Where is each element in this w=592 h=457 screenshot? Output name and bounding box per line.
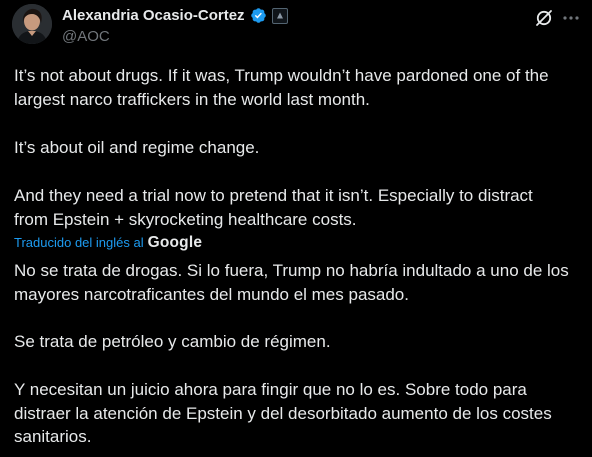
text-line: It’s about oil and regime change. [14, 138, 260, 157]
translation-label[interactable]: Traducido del inglés al [14, 235, 144, 250]
text-line: from Epstein + skyrocketing healthcare c… [14, 209, 357, 229]
text-line: And they need a trial now to pretend tha… [14, 186, 533, 205]
avatar-image [12, 4, 52, 44]
government-affiliation-icon[interactable] [271, 7, 288, 24]
original-paragraph-2: It’s about oil and regime change. [14, 136, 582, 160]
text-line: distraer la atención de Epstein y del de… [14, 403, 552, 423]
text-line: largest narco traffickers in the world l… [14, 89, 370, 109]
original-paragraph-3: And they need a trial now to pretend tha… [14, 184, 582, 231]
tweet: Alexandria Ocasio-Cortez @AOC It’s not a… [0, 0, 592, 457]
translated-paragraph-3: Y necesitan un juicio ahora para fingir … [14, 378, 582, 449]
text-line: Se trata de petróleo y cambio de régimen… [14, 332, 331, 351]
avatar[interactable] [12, 4, 52, 44]
translated-paragraph-2: Se trata de petróleo y cambio de régimen… [14, 330, 582, 354]
translated-paragraph-1: No se trata de drogas. Si lo fuera, Trum… [14, 259, 582, 306]
author-handle[interactable]: @AOC [62, 28, 110, 45]
text-line: It’s not about drugs. If it was, Trump w… [14, 66, 549, 85]
text-line: No se trata de drogas. Si lo fuera, Trum… [14, 261, 569, 280]
original-paragraph-1: It’s not about drugs. If it was, Trump w… [14, 64, 582, 111]
text-line: Y necesitan un juicio ahora para fingir … [14, 380, 527, 399]
more-options-icon[interactable] [560, 9, 582, 27]
grok-icon[interactable] [534, 8, 554, 28]
text-line: mayores narcotraficantes del mundo el me… [14, 284, 409, 304]
author-name[interactable]: Alexandria Ocasio-Cortez [62, 7, 245, 24]
translation-notice[interactable]: Traducido del inglés al Google [14, 234, 202, 252]
verified-badge-icon [250, 7, 267, 24]
text-line: sanitarios. [14, 427, 92, 446]
author-row: Alexandria Ocasio-Cortez [62, 7, 288, 24]
google-logo: Google [147, 234, 203, 251]
